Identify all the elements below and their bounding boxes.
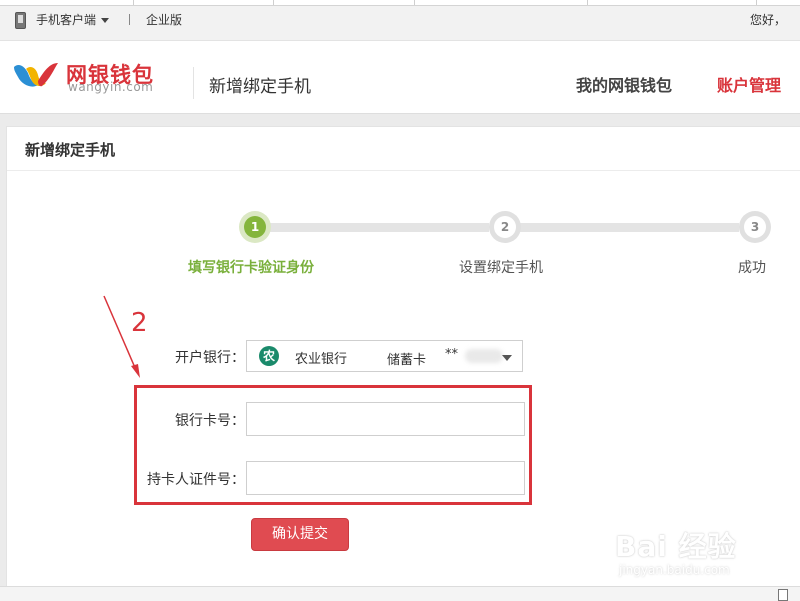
redacted-card-number (465, 349, 503, 363)
tab-divider (414, 0, 415, 5)
step-1-indicator: 1 (239, 211, 271, 243)
greeting-text: 您好， (750, 13, 787, 27)
tab-divider (273, 0, 274, 5)
page-icon (778, 589, 788, 601)
step-connector (269, 223, 489, 232)
watermark-domain-text: jingyan.baidu.com (619, 563, 730, 577)
browser-tab-strip (0, 0, 800, 6)
step-connector (519, 223, 739, 232)
tab-divider (756, 0, 757, 5)
step-2-indicator: 2 (489, 211, 521, 243)
site-header: 网银钱包 wangyin.com 新增绑定手机 我的网银钱包 账户管理 (0, 41, 800, 114)
logo-domain: wangyin.com (68, 80, 154, 94)
id-number-input[interactable] (246, 461, 525, 495)
mobile-client-link[interactable]: 手机客户端 (36, 12, 96, 28)
tab-divider (133, 0, 134, 5)
bank-label: 开户银行： (175, 350, 245, 366)
enterprise-link[interactable]: 企业版 (146, 12, 182, 28)
chevron-down-icon[interactable] (502, 355, 512, 361)
annotation-step-number: 2 (131, 308, 148, 338)
step-number: 1 (244, 216, 266, 238)
bottom-status-bar (0, 586, 800, 601)
step-number: 3 (744, 216, 766, 238)
id-number-label: 持卡人证件号： (147, 472, 245, 488)
watermark-main-text: Bai 经验 (615, 530, 737, 563)
chevron-down-icon[interactable] (101, 18, 109, 23)
top-utility-bar: 手机客户端 企业版 您好， (0, 0, 800, 41)
bank-card-select[interactable]: 农 农业银行 储蓄卡 ** (246, 340, 523, 372)
nav-account-management[interactable]: 账户管理 (717, 72, 781, 96)
divider (129, 14, 130, 25)
step-1-label: 填写银行卡验证身份 (188, 260, 314, 276)
bank-name: 农业银行 (295, 352, 348, 367)
mobile-phone-icon (15, 12, 26, 29)
step-number: 2 (494, 216, 516, 238)
panel-title: 新增绑定手机 (25, 141, 116, 159)
card-type: 储蓄卡 (387, 353, 427, 368)
panel-divider (7, 170, 800, 171)
submit-button[interactable]: 确认提交 (251, 518, 349, 551)
card-number-masked: ** (445, 347, 458, 362)
step-2-label: 设置绑定手机 (459, 260, 543, 276)
card-number-label: 银行卡号： (175, 413, 245, 429)
nav-my-wallet[interactable]: 我的网银钱包 (576, 72, 672, 96)
wallet-logo-icon[interactable] (12, 59, 60, 91)
header-divider (193, 67, 194, 99)
step-3-label: 成功 (738, 260, 766, 276)
baidu-jingyan-watermark: Bai 经验 jingyan.baidu.com (615, 513, 785, 583)
abc-bank-icon: 农 (259, 346, 279, 366)
step-3-indicator: 3 (739, 211, 771, 243)
header-page-title: 新增绑定手机 (209, 77, 311, 97)
tab-divider (587, 0, 588, 5)
card-number-input[interactable] (246, 402, 525, 436)
